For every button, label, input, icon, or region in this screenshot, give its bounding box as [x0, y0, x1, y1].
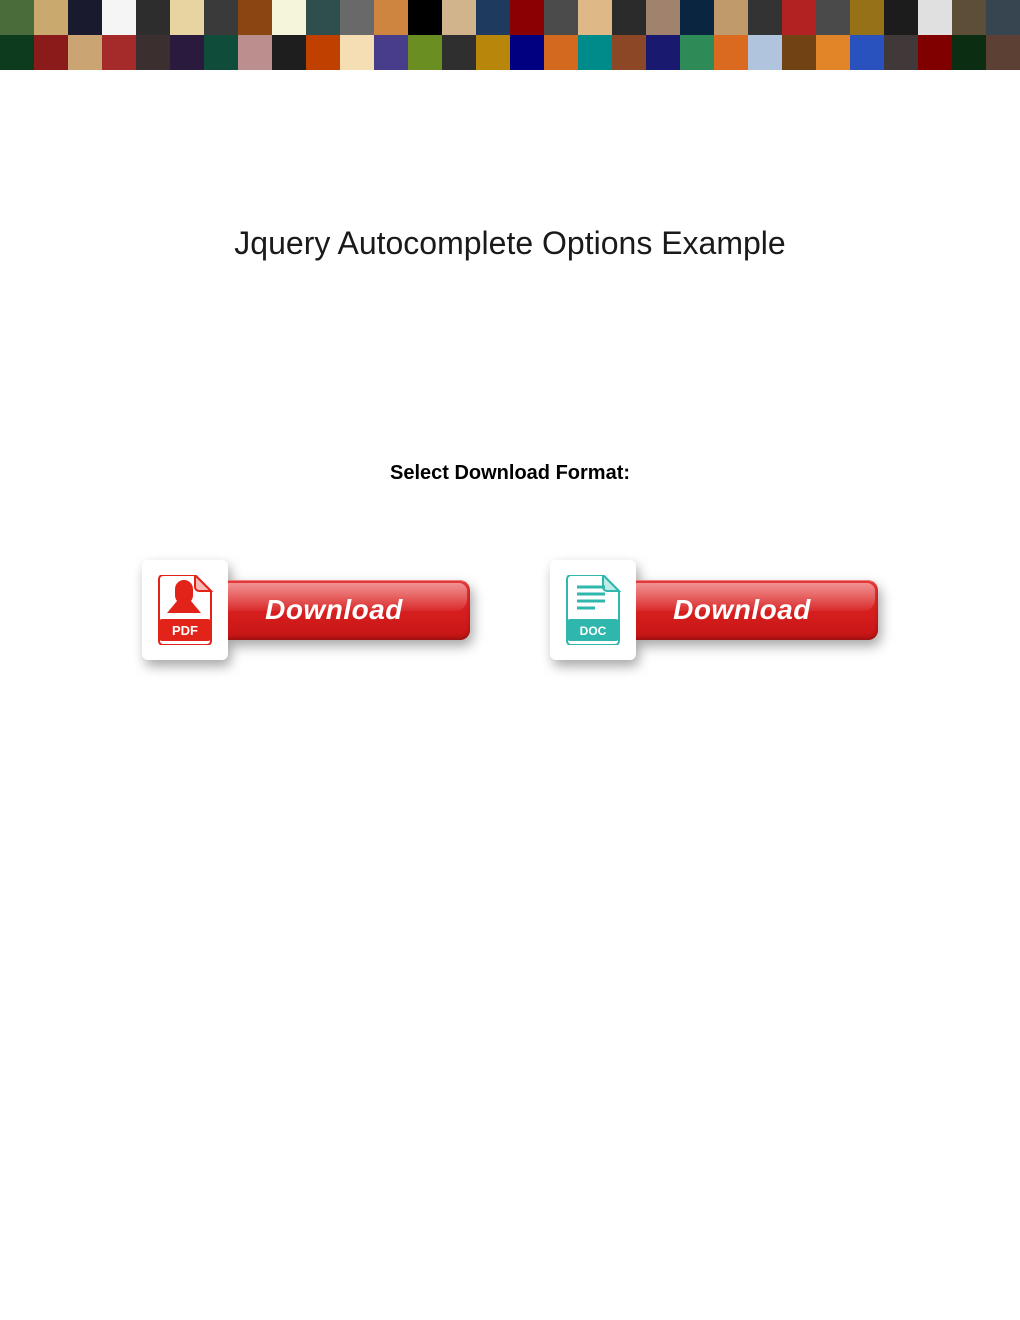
doc-label-text: DOC — [580, 624, 607, 638]
download-option-pdf: PDF Download — [142, 560, 470, 660]
download-option-doc: DOC Download — [550, 560, 878, 660]
download-format-heading: Select Download Format: — [0, 462, 1020, 485]
pdf-label-text: PDF — [172, 623, 198, 638]
download-doc-button[interactable]: Download — [618, 580, 878, 640]
page-title: Jquery Autocomplete Options Example — [0, 225, 1020, 262]
download-pdf-button[interactable]: Download — [210, 580, 470, 640]
doc-file-icon: DOC — [550, 560, 636, 660]
download-options-row: PDF Download DOC Download — [0, 560, 1020, 660]
pdf-file-icon: PDF — [142, 560, 228, 660]
header-collage-banner — [0, 0, 1020, 70]
